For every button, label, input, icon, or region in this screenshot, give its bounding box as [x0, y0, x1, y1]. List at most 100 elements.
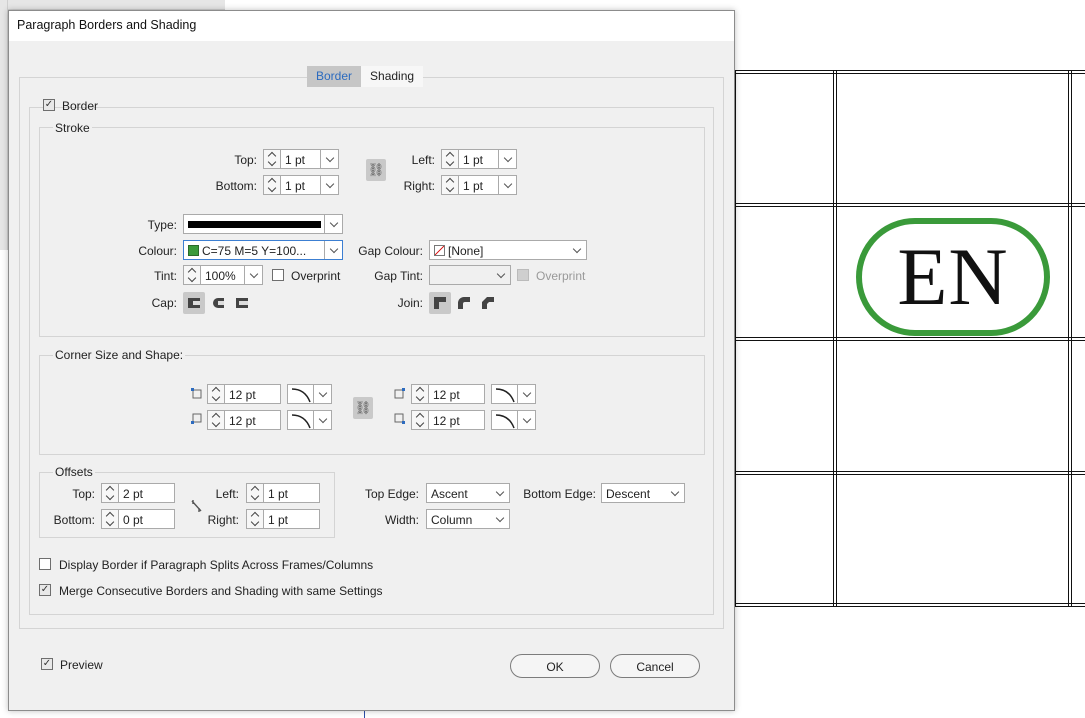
stroke-bottom-stepper[interactable]: 1 pt — [263, 175, 339, 195]
corner-bottom-left-value[interactable]: 12 pt — [225, 410, 281, 430]
tab-shading[interactable]: Shading — [361, 66, 424, 87]
round-cap-icon[interactable] — [207, 292, 229, 314]
gap-colour-label: Gap Colour: — [358, 244, 423, 258]
top-edge-value: Ascent — [431, 487, 468, 501]
miter-join-icon[interactable] — [429, 292, 451, 314]
stepper-arrows[interactable] — [101, 483, 119, 503]
top-edge-label: Top Edge: — [364, 487, 419, 501]
border-checkbox[interactable]: ✓ — [43, 99, 55, 111]
stepper-arrows[interactable] — [441, 175, 459, 195]
stepper-arrows[interactable] — [263, 175, 281, 195]
stepper-arrows[interactable] — [246, 509, 264, 529]
stepper-arrows[interactable] — [101, 509, 119, 529]
stroke-type-select[interactable] — [183, 214, 343, 234]
chevron-down-icon[interactable] — [492, 266, 510, 284]
chevron-down-icon[interactable] — [499, 175, 517, 195]
offset-top-value[interactable]: 2 pt — [119, 483, 175, 503]
chevron-down-icon[interactable] — [313, 385, 331, 403]
table-border — [734, 203, 1085, 207]
stepper-arrows[interactable] — [207, 410, 225, 430]
cancel-button[interactable]: Cancel — [610, 654, 700, 678]
stroke-top-value[interactable]: 1 pt — [281, 149, 321, 169]
chevron-down-icon[interactable] — [321, 149, 339, 169]
gap-tint-select[interactable] — [429, 265, 511, 285]
corner-bottom-left-shape-select[interactable] — [287, 410, 332, 430]
table-border — [734, 70, 1085, 74]
stroke-left-value[interactable]: 1 pt — [459, 149, 499, 169]
chevron-down-icon[interactable] — [499, 149, 517, 169]
corner-top-right-shape-select[interactable] — [491, 384, 536, 404]
chevron-down-icon[interactable] — [324, 241, 342, 259]
colour-value: C=75 M=5 Y=100... — [202, 244, 307, 258]
tab-bar: Border Shading — [307, 66, 424, 87]
butt-cap-icon[interactable] — [183, 292, 205, 314]
corner-bottom-left-stepper[interactable]: 12 pt — [207, 410, 281, 430]
preview-checkbox[interactable]: ✓ — [41, 658, 53, 670]
stepper-arrows[interactable] — [411, 384, 429, 404]
gap-colour-select[interactable]: [None] — [429, 240, 587, 260]
corner-bottom-right-value[interactable]: 12 pt — [429, 410, 485, 430]
stroke-colour-select[interactable]: C=75 M=5 Y=100... — [183, 240, 343, 260]
offset-left-label: Left: — [215, 487, 239, 501]
chevron-down-icon[interactable] — [321, 175, 339, 195]
en-badge[interactable]: EN — [856, 218, 1050, 336]
stroke-left-stepper[interactable]: 1 pt — [441, 149, 517, 169]
offset-bottom-value[interactable]: 0 pt — [119, 509, 175, 529]
chevron-down-icon[interactable] — [666, 484, 684, 502]
projecting-cap-icon[interactable] — [231, 292, 253, 314]
offset-bottom-stepper[interactable]: 0 pt — [101, 509, 175, 529]
bevel-join-icon[interactable] — [477, 292, 499, 314]
corner-bottom-right-shape-select[interactable] — [491, 410, 536, 430]
display-split-checkbox[interactable] — [39, 558, 51, 570]
stepper-arrows[interactable] — [183, 265, 201, 285]
link-icon[interactable]: ⛓ — [353, 397, 373, 419]
chevron-down-icon[interactable] — [245, 265, 263, 285]
offset-left-stepper[interactable]: 1 pt — [246, 483, 320, 503]
offset-top-stepper[interactable]: 2 pt — [101, 483, 175, 503]
stepper-arrows[interactable] — [411, 410, 429, 430]
offset-left-value[interactable]: 1 pt — [264, 483, 320, 503]
overprint-label: Overprint — [291, 269, 341, 283]
colour-swatch — [188, 245, 199, 256]
stroke-right-stepper[interactable]: 1 pt — [441, 175, 517, 195]
corner-top-left-value[interactable]: 12 pt — [225, 384, 281, 404]
stroke-top-stepper[interactable]: 1 pt — [263, 149, 339, 169]
badge-text: EN — [897, 231, 1009, 322]
merge-checkbox[interactable]: ✓ — [39, 584, 51, 596]
chevron-down-icon[interactable] — [491, 484, 509, 502]
width-select[interactable]: Column — [426, 509, 510, 529]
tab-border[interactable]: Border — [307, 66, 362, 87]
stroke-bottom-label: Bottom: — [215, 179, 257, 193]
offset-right-value[interactable]: 1 pt — [264, 509, 320, 529]
chevron-down-icon[interactable] — [491, 510, 509, 528]
link-icon[interactable]: ⛓ — [366, 159, 386, 181]
chevron-down-icon[interactable] — [313, 411, 331, 429]
tint-stepper[interactable]: 100% — [183, 265, 263, 285]
chevron-down-icon[interactable] — [517, 411, 535, 429]
corner-top-right-stepper[interactable]: 12 pt — [411, 384, 485, 404]
stroke-bottom-value[interactable]: 1 pt — [281, 175, 321, 195]
fancy-corner-icon — [495, 388, 515, 403]
stepper-arrows[interactable] — [246, 483, 264, 503]
bottom-edge-label: Bottom Edge: — [523, 487, 596, 501]
corner-bottom-right-stepper[interactable]: 12 pt — [411, 410, 485, 430]
bottom-edge-select[interactable]: Descent — [601, 483, 685, 503]
stepper-arrows[interactable] — [207, 384, 225, 404]
overprint-checkbox[interactable] — [272, 269, 284, 281]
stepper-arrows[interactable] — [263, 149, 281, 169]
corner-top-left-shape-select[interactable] — [287, 384, 332, 404]
round-join-icon[interactable] — [453, 292, 475, 314]
corner-top-right-value[interactable]: 12 pt — [429, 384, 485, 404]
gap-overprint-checkbox[interactable] — [517, 269, 529, 281]
ok-button[interactable]: OK — [510, 654, 600, 678]
stroke-right-value[interactable]: 1 pt — [459, 175, 499, 195]
chevron-down-icon[interactable] — [517, 385, 535, 403]
offset-right-stepper[interactable]: 1 pt — [246, 509, 320, 529]
top-edge-select[interactable]: Ascent — [426, 483, 510, 503]
corner-top-left-stepper[interactable]: 12 pt — [207, 384, 281, 404]
chevron-down-icon[interactable] — [568, 241, 586, 259]
chevron-down-icon[interactable] — [324, 215, 342, 233]
dialog-title: Paragraph Borders and Shading — [9, 11, 734, 41]
stepper-arrows[interactable] — [441, 149, 459, 169]
tint-value[interactable]: 100% — [201, 265, 245, 285]
